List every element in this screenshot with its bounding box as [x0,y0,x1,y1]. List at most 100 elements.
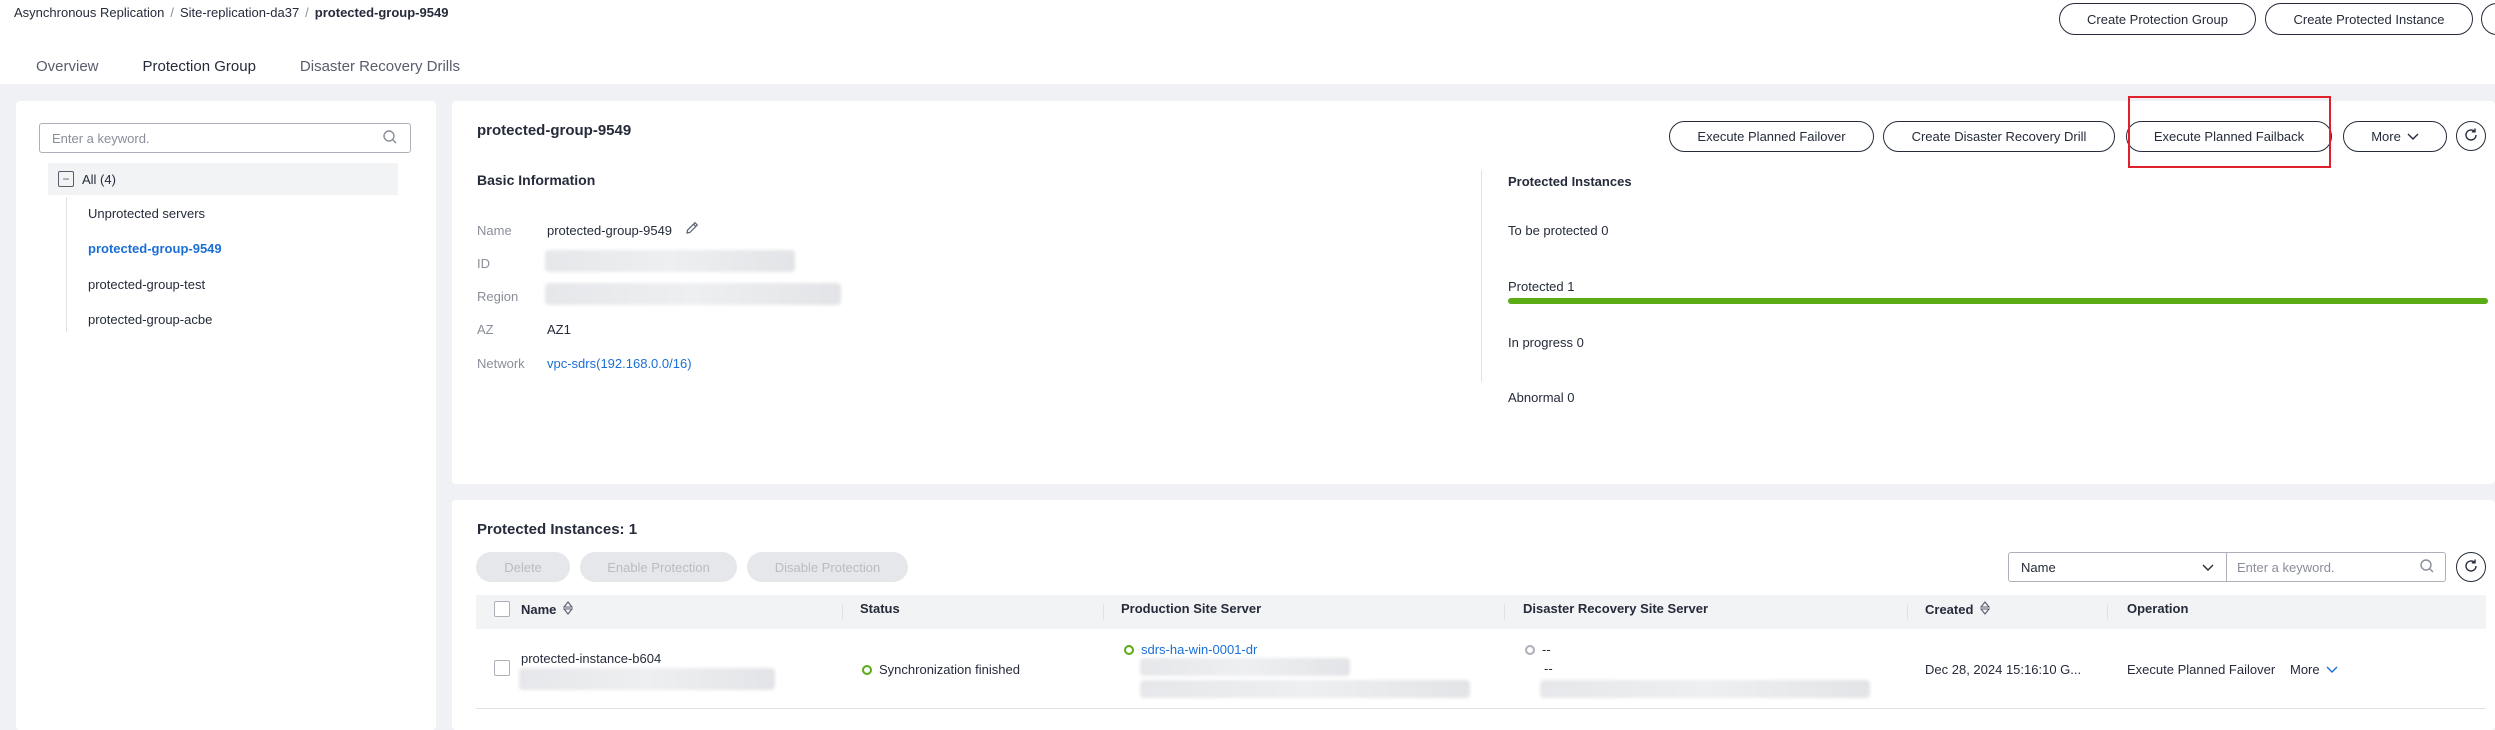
column-separator [1907,604,1908,620]
create-protected-instance-button[interactable]: Create Protected Instance [2265,3,2473,35]
tree-node-all[interactable]: − All (4) [48,163,398,195]
server-running-icon [1124,644,1134,655]
group-tree-panel [16,101,436,730]
chevron-down-icon [2326,662,2338,677]
refresh-icon [2463,558,2479,577]
column-header-dr-server: Disaster Recovery Site Server [1523,601,1709,616]
row-more-label: More [2290,662,2320,677]
enable-protection-button[interactable]: Enable Protection [580,552,737,582]
delete-button[interactable]: Delete [476,552,570,582]
tree-item-protected-group-acbe[interactable]: protected-group-acbe [88,312,212,327]
page-title: protected-group-9549 [477,122,632,139]
tree-item-protected-group-9549[interactable]: protected-group-9549 [88,241,222,256]
protected-progress-fill [1508,298,2488,304]
instance-status-text: Synchronization finished [879,662,1020,677]
dr-server-cell: -- [1525,642,1551,657]
column-separator [842,604,843,620]
to-be-protected-stat: To be protected 0 [1508,223,1609,238]
search-icon[interactable] [2419,558,2435,577]
column-header-operation: Operation [2127,601,2189,616]
row-more-menu[interactable]: More [2290,662,2338,677]
protected-progress-bar [1508,298,2488,304]
instance-name-link[interactable]: protected-instance-b604 [521,651,661,666]
sort-icon[interactable] [1979,601,1991,618]
breadcrumb-item-site-replication[interactable]: Site-replication-da37 [180,5,299,20]
column-header-status: Status [860,601,900,616]
column-separator [2107,604,2108,620]
row-divider [476,708,2486,709]
production-server-id-redacted [1140,658,1350,676]
more-actions-label: More [2371,129,2401,144]
az-value: AZ1 [547,322,571,337]
network-label: Network [477,356,525,371]
instances-refresh-button[interactable] [2456,552,2486,582]
dr-server-sub-value: -- [1544,661,1553,676]
column-header-name-label: Name [521,602,557,617]
filter-field-value: Name [2021,559,2056,575]
dr-server-detail-redacted [1540,680,1870,698]
create-protection-group-button[interactable]: Create Protection Group [2059,3,2256,35]
region-value-redacted [545,283,841,305]
name-label: Name [477,223,512,238]
tree-connector-line [66,197,67,332]
production-server-link[interactable]: sdrs-ha-win-0001-dr [1141,642,1257,657]
region-label: Region [477,289,519,304]
abnormal-stat: Abnormal 0 [1508,390,1575,405]
create-dr-drill-button[interactable]: Create Disaster Recovery Drill [1883,121,2115,152]
filter-field-select[interactable]: Name [2009,553,2227,581]
protected-instances-heading: Protected Instances [1508,174,1632,189]
row-checkbox[interactable] [494,660,510,676]
section-divider [1481,170,1482,382]
az-label: AZ [477,322,494,337]
breadcrumb-separator: / [305,5,309,20]
edit-icon[interactable] [684,220,700,239]
chevron-down-icon [2407,129,2419,144]
execute-planned-failover-button[interactable]: Execute Planned Failover [1669,121,1874,152]
tree-item-unprotected-servers[interactable]: Unprotected servers [88,206,205,221]
breadcrumb-item-current: protected-group-9549 [314,5,449,20]
collapse-icon[interactable]: − [58,171,74,187]
production-server-cell: sdrs-ha-win-0001-dr [1124,642,1257,657]
tree-item-protected-group-test[interactable]: protected-group-test [88,277,205,292]
column-separator [1103,604,1104,620]
created-time: Dec 28, 2024 15:16:10 G... [1925,662,2082,677]
highlight-box [2128,96,2331,168]
refresh-top-button[interactable] [2481,3,2495,35]
chevron-down-icon [2202,560,2214,575]
refresh-button[interactable] [2456,121,2486,151]
tree-search-input[interactable] [52,130,382,146]
tree-search-box [39,123,411,153]
row-execute-failover-link[interactable]: Execute Planned Failover [2127,662,2275,677]
breadcrumb-item-async-replication[interactable]: Asynchronous Replication [14,5,164,20]
network-link[interactable]: vpc-sdrs(192.168.0.0/16) [547,356,692,371]
column-header-created[interactable]: Created [1925,601,1991,618]
protected-stat: Protected 1 [1508,279,1575,294]
in-progress-stat: In progress 0 [1508,335,1584,350]
production-server-detail-redacted [1140,680,1470,698]
name-value: protected-group-9549 [547,223,673,238]
tree-node-all-label: All (4) [82,171,116,187]
filter-input-wrap [2227,558,2445,577]
select-all-checkbox[interactable] [494,601,510,617]
id-value-redacted [545,250,795,272]
refresh-icon [2463,127,2479,146]
instance-search-input[interactable] [2237,559,2419,575]
basic-info-heading: Basic Information [477,172,596,188]
instance-status: Synchronization finished [862,662,1020,677]
column-header-name[interactable]: Name [521,601,574,618]
instance-id-redacted [519,668,775,690]
breadcrumb: Asynchronous Replication / Site-replicat… [14,5,448,20]
id-label: ID [477,256,490,271]
column-header-production-server: Production Site Server [1121,601,1262,616]
column-header-created-label: Created [1925,602,1974,617]
instances-heading: Protected Instances: 1 [477,521,638,538]
search-icon[interactable] [382,129,398,148]
server-unknown-icon [1525,644,1535,655]
column-separator [1504,604,1505,620]
sort-icon[interactable] [562,601,574,618]
instance-filter: Name [2008,552,2446,582]
dr-server-value: -- [1542,642,1551,657]
disable-protection-button[interactable]: Disable Protection [747,552,908,582]
more-actions-button[interactable]: More [2343,121,2447,152]
status-success-icon [862,664,872,675]
